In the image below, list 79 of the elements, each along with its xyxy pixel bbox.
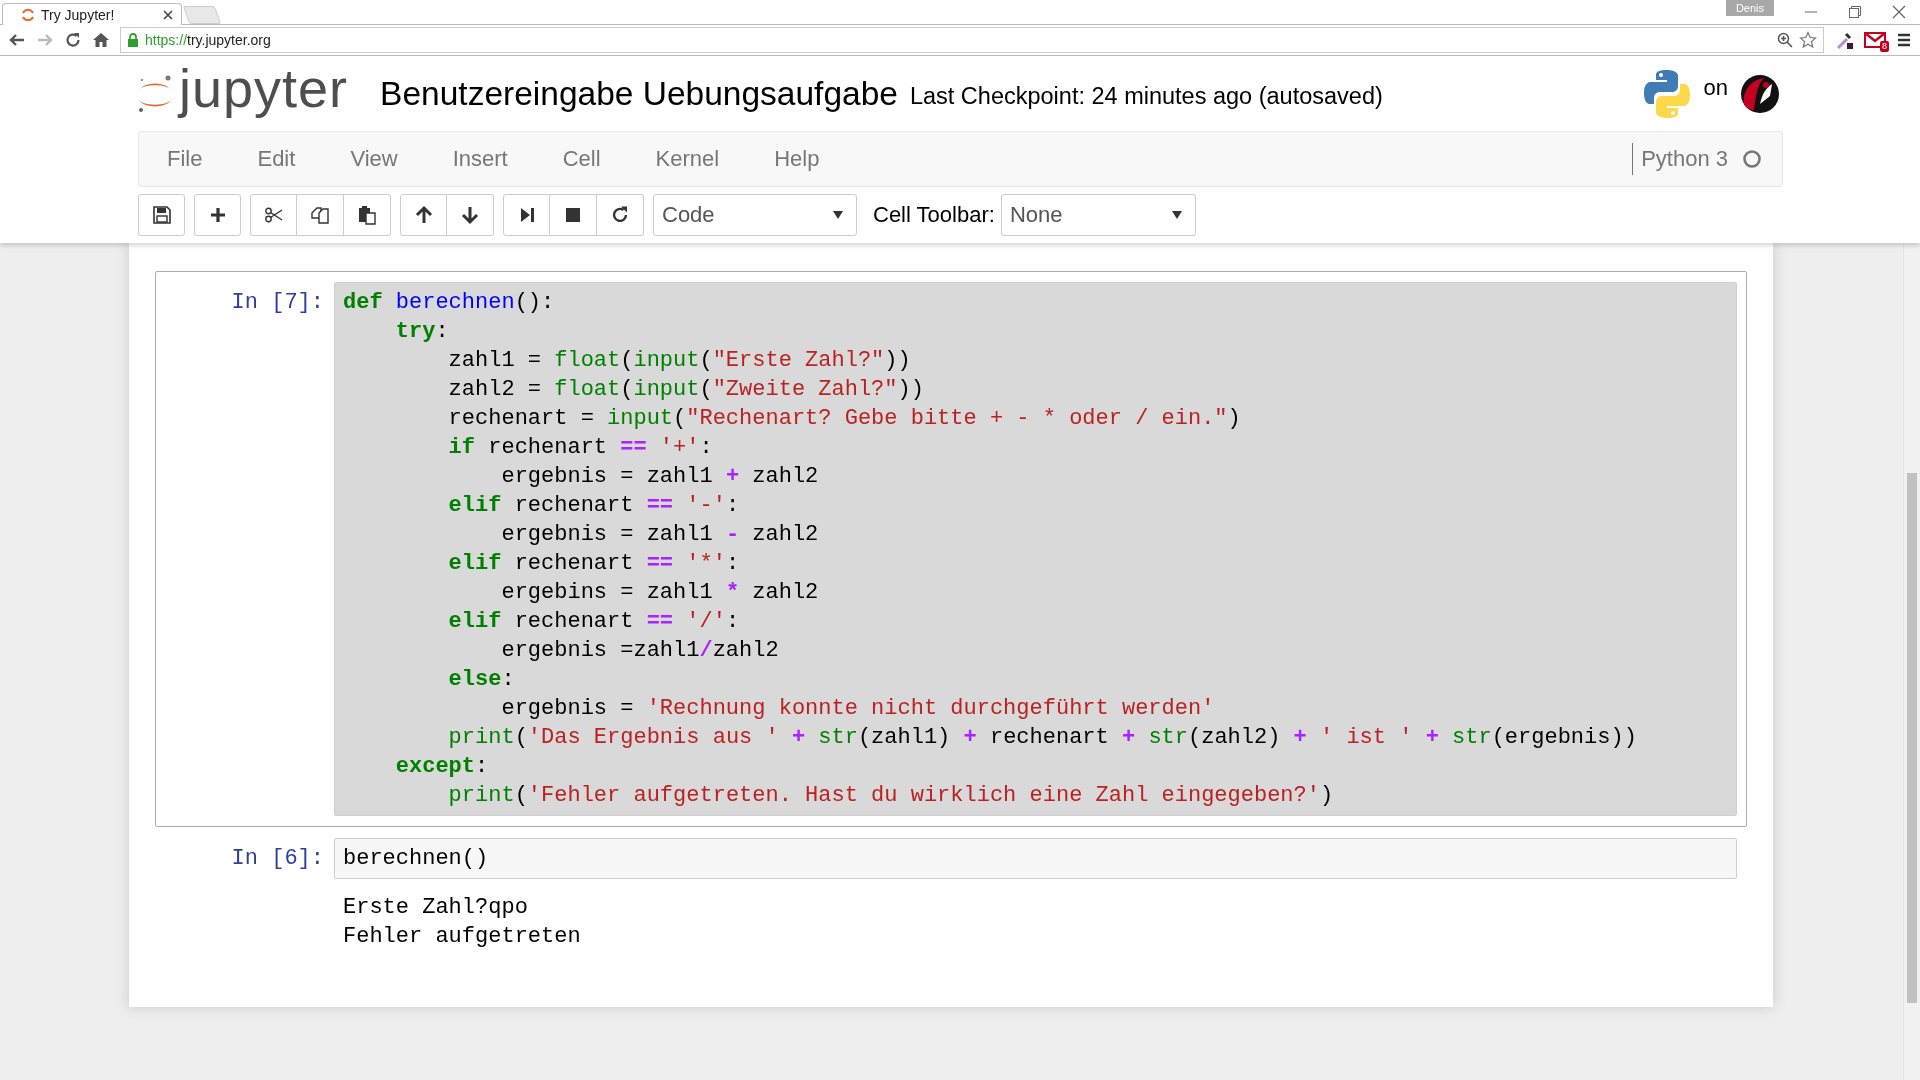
code-line: if rechenart == '+': [447, 434, 713, 462]
paste-button[interactable] [344, 194, 391, 236]
stop-icon [563, 205, 583, 225]
plus-button[interactable] [194, 194, 241, 236]
menu-item[interactable]: Edit [257, 146, 296, 172]
restart-icon [610, 205, 630, 225]
code-editor[interactable] [334, 282, 1737, 816]
cell-toolbar-label: Cell Toolbar: [873, 202, 995, 228]
down-arrow-button[interactable] [447, 194, 494, 236]
input-prompt: In [6]: [230, 845, 325, 873]
code-line: print('Das Ergebnis aus ' + str(zahl1) + rechenart + str(zahl2) + ' ist ' + str(ergebnis)) [447, 724, 1637, 752]
menu-item[interactable]: Insert [452, 146, 508, 172]
reload-icon[interactable] [64, 31, 82, 49]
mail-extension-button[interactable]: 8 [1864, 31, 1886, 49]
home-icon[interactable] [92, 31, 110, 49]
code-line: ergebnis = 'Rechnung konnte nicht durchgeführt werden' [500, 695, 1215, 723]
close-icon[interactable] [163, 9, 173, 20]
caret-icon [1170, 209, 1183, 221]
close-icon[interactable] [1892, 5, 1906, 19]
code-cell[interactable] [155, 271, 1747, 827]
paste-icon [357, 205, 377, 225]
caret-icon [832, 209, 844, 221]
restart-button[interactable] [597, 194, 644, 236]
menu-item[interactable]: File [167, 146, 203, 172]
menu-item[interactable]: View [350, 146, 398, 172]
code-line: ergebnis = zahl1 - zahl2 [500, 521, 819, 549]
cell-toolbar-select[interactable]: None [1000, 194, 1196, 236]
code-line: elif rechenart == '-': [447, 492, 740, 520]
code-line: elif rechenart == '/': [447, 608, 740, 636]
step-forward-button[interactable] [503, 194, 550, 236]
envelope-icon [1864, 31, 1886, 49]
code-line: ergebins = zahl1 * zahl2 [500, 579, 819, 607]
scissors-button[interactable] [250, 194, 297, 236]
rackspace-logo-icon [1740, 73, 1780, 114]
code-line: except: [394, 753, 489, 781]
code-line: ergebnis = zahl1 + zahl2 [500, 463, 819, 491]
code-editor[interactable]: berechnen() [334, 838, 1737, 879]
menu-item[interactable]: Kernel [655, 146, 720, 172]
scrollbar[interactable] [1903, 243, 1920, 1080]
restore-icon[interactable] [1848, 5, 1862, 19]
code-line: else: [447, 666, 515, 694]
star-icon[interactable] [1799, 31, 1817, 49]
code-line: ergebnis =zahl1/zahl2 [500, 637, 779, 665]
up-arrow-button[interactable] [400, 194, 447, 236]
copy-icon [310, 205, 330, 225]
code-cell[interactable]: In [6]: berechnen() Erste Zahl?qpo Fehler aufgetreten [155, 827, 1747, 962]
jupyter-favicon-icon [21, 7, 35, 22]
checkpoint-status: Last Checkpoint: 24 minutes ago (autosaved) [909, 83, 1383, 110]
lock-icon [127, 33, 139, 47]
save-icon [151, 205, 172, 225]
menu-icon[interactable] [1896, 32, 1912, 48]
copy-button[interactable] [297, 194, 344, 236]
browser-tab[interactable]: Try Jupyter! [2, 3, 182, 25]
code-line: zahl1 = float(input("Erste Zahl?")) [447, 347, 911, 375]
code-line: elif rechenart == '*': [447, 550, 740, 578]
cell-type-select[interactable]: Code [653, 194, 857, 236]
down-arrow-icon [460, 205, 480, 225]
output-line: Fehler aufgetreten [343, 923, 581, 951]
output-line: Erste Zahl?qpo [343, 894, 528, 922]
code-line: berechnen() [343, 845, 489, 873]
input-prompt: In [7]: [230, 289, 325, 317]
address-bar[interactable]: https://try.jupyter.org [120, 27, 1824, 53]
code-line: zahl2 = float(input("Zweite Zahl?")) [447, 376, 924, 404]
zoom-icon[interactable] [1777, 32, 1793, 48]
python-logo-icon [1641, 67, 1692, 120]
kernel-name[interactable]: Python 3 [1641, 146, 1728, 172]
code-line: try: [394, 318, 449, 346]
menu-item[interactable]: Cell [562, 146, 601, 172]
scissors-icon [263, 205, 284, 225]
menu-item[interactable]: Help [774, 146, 820, 172]
code-line: print('Fehler aufgetreten. Hast du wirklich eine Zahl eingegeben?') [447, 782, 1334, 810]
up-arrow-icon [413, 205, 434, 225]
save-button[interactable] [138, 194, 185, 236]
stop-button[interactable] [550, 194, 597, 236]
url-text: https://try.jupyter.org [145, 32, 271, 48]
code-line: def berechnen(): [343, 289, 555, 317]
code-line: rechenart = input("Rechenart? Gebe bitte + - * oder / ein.") [447, 405, 1241, 433]
notebook-title[interactable]: Benutzereingabe Uebungsaufgabe [380, 74, 898, 113]
on-label: on [1703, 74, 1728, 101]
